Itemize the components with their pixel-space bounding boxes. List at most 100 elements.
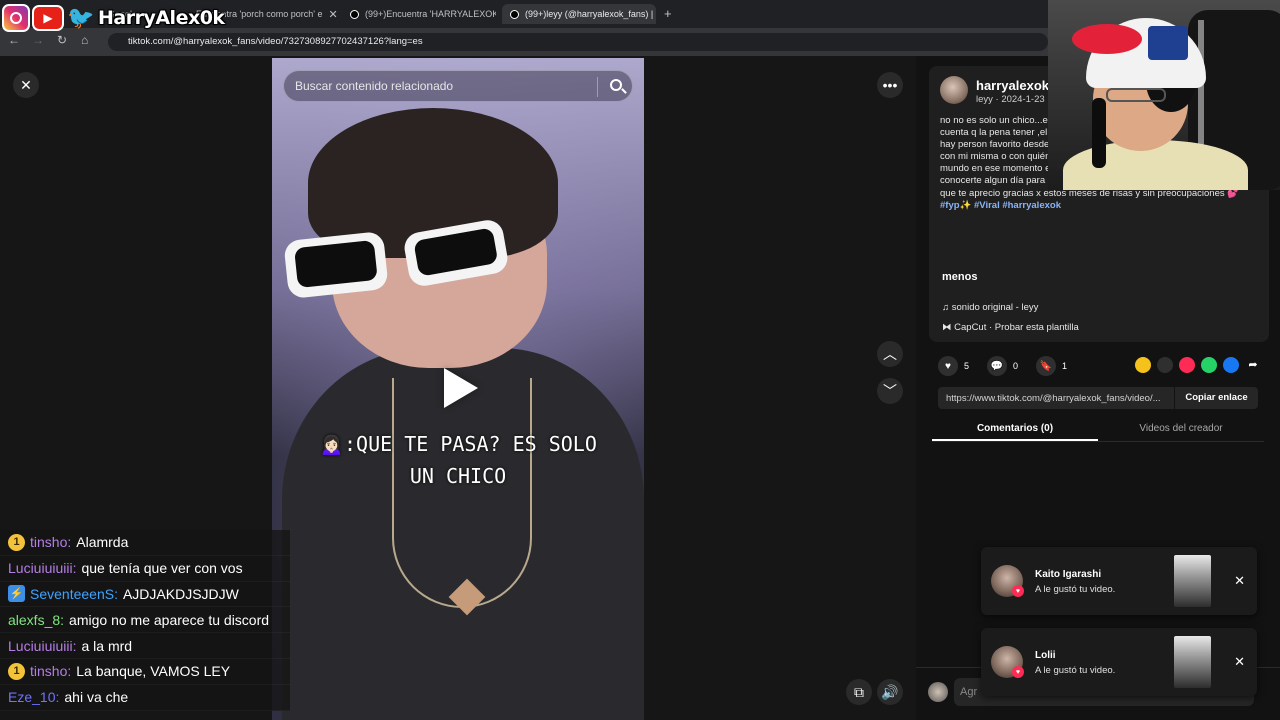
channel-name: HarryAlex0k	[98, 7, 225, 29]
likes-count: 5	[964, 361, 970, 371]
post-info: leyy · 2024-1-23	[976, 94, 1045, 105]
share-arrow-icon[interactable]: ➦	[1245, 357, 1261, 373]
glasses-image	[1106, 88, 1166, 102]
copy-link-button[interactable]: Copiar enlace	[1174, 387, 1258, 409]
hashtags[interactable]: #fyp✨ #Viral #harryalexok	[940, 200, 1258, 212]
whatsapp-icon[interactable]	[1201, 357, 1217, 373]
previous-video-button[interactable]: ︿	[877, 341, 903, 367]
share-icons: ➦	[1135, 357, 1261, 373]
engagement-stats: ♥ 5 💬 0 🔖 1	[938, 356, 1067, 376]
embed-icon[interactable]	[1157, 357, 1173, 373]
chat-username: tinsho:	[30, 663, 72, 680]
chat-text: La banque, VAMOS LEY	[76, 663, 231, 680]
chat-badge-icon: 1	[8, 662, 25, 680]
notification-toast[interactable]: ♥ Lolii A le gustó tu video. ✕	[981, 628, 1257, 696]
next-video-button[interactable]: ﹀	[877, 378, 903, 404]
heart-icon: ♥	[1012, 666, 1024, 678]
sound-link[interactable]: ♫ sonido original - leyy	[942, 302, 1038, 313]
chat-message: 1 tinsho: Alamrda	[0, 530, 290, 556]
notification-name: Kaito Igarashi	[1035, 569, 1102, 580]
youtube-icon: ▶	[32, 5, 64, 31]
sound-label: sonido original - leyy	[951, 302, 1039, 313]
friends-share-icon[interactable]	[1135, 357, 1151, 373]
webcam-overlay	[1048, 0, 1280, 190]
capcut-link[interactable]: ⧓ CapCut · Probar esta plantilla	[942, 322, 1079, 333]
more-options-button[interactable]: •••	[877, 72, 903, 98]
stream-chat: 1 tinsho: Alamrda Luciuiuiuiii: que tenía qu…	[0, 530, 290, 711]
send-icon[interactable]	[1179, 357, 1195, 373]
capcut-label: CapCut · Probar esta plantilla	[954, 322, 1079, 333]
notification-toast[interactable]: ♥ Kaito Igarashi A le gustó tu video. ✕	[981, 547, 1257, 615]
chat-message: Luciuiuiuiii: a la mrd	[0, 633, 290, 659]
avatar	[928, 682, 948, 702]
caption-line-2: UN CHICO	[409, 464, 507, 488]
new-tab-button[interactable]: +	[664, 6, 672, 21]
tab-creator-videos[interactable]: Videos del creador	[1098, 418, 1264, 441]
panel-tabs: Comentarios (0) Videos del creador	[932, 418, 1264, 442]
video-thumbnail	[1174, 555, 1211, 607]
close-icon[interactable]: ✕	[1234, 654, 1245, 670]
less-button[interactable]: menos	[942, 271, 977, 283]
heart-icon[interactable]: ♥	[938, 356, 958, 376]
post-username[interactable]: harryalexok_	[976, 78, 1056, 93]
music-note-icon: ♫	[942, 302, 952, 313]
avatar[interactable]	[940, 76, 968, 104]
notification-name: Lolii	[1035, 650, 1056, 661]
chat-text: a la mrd	[81, 637, 133, 654]
pip-icon: ⧉	[854, 683, 864, 700]
twitter-icon: 🐦	[67, 5, 95, 30]
volume-button[interactable]: 🔊	[877, 679, 903, 705]
tab-label: (99+)leyy (@harryalexok_fans) |	[525, 9, 654, 19]
related-search-input[interactable]: Buscar contenido relacionado	[283, 70, 633, 102]
close-icon[interactable]: ✕	[323, 8, 338, 21]
search-icon[interactable]	[610, 79, 622, 91]
home-icon[interactable]: ⌂	[81, 33, 88, 47]
saves-count: 1	[1062, 361, 1068, 371]
chain-necklace-image	[392, 378, 532, 608]
forward-icon[interactable]: →	[32, 33, 44, 47]
search-placeholder: Buscar contenido relacionado	[295, 79, 454, 93]
chat-username: Luciuiuiuiii:	[8, 560, 77, 577]
chat-message: Luciuiuiuiii: que tenía que ver con vos	[0, 555, 290, 582]
back-icon[interactable]: ←	[8, 33, 20, 47]
url-field[interactable]: tiktok.com/@harryalexok_fans/video/73273…	[108, 33, 1048, 51]
video-link-field[interactable]: https://www.tiktok.com/@harryalexok_fans…	[938, 393, 1174, 404]
chat-username: alexfs_8:	[8, 611, 65, 628]
chat-message: 1 tinsho: La banque, VAMOS LEY	[0, 658, 290, 685]
browser-tab-2[interactable]: (99+)Encuentra 'HARRYALEXOK'✕	[342, 4, 496, 24]
browser-tab-3[interactable]: (99+)leyy (@harryalexok_fans) |✕	[502, 4, 656, 24]
reload-icon[interactable]: ↻	[57, 33, 67, 47]
chat-message: Eze_10: ahi va che	[0, 684, 290, 711]
more-icon: •••	[882, 77, 898, 93]
comments-count: 0	[1013, 361, 1019, 371]
video-thumbnail	[1174, 636, 1211, 688]
chat-text: ahi va che	[64, 689, 129, 706]
stream-overlay-logos: ▶ 🐦 HarryAlex0k	[2, 4, 225, 32]
close-icon[interactable]: ✕	[1234, 573, 1245, 589]
video-player[interactable]: 🙍🏻‍♀️:QUE TE PASA? ES SOLO UN CHICO Busc…	[272, 58, 644, 720]
chat-text: AJDJAKDJSJDJW	[122, 585, 239, 602]
close-icon: ✕	[20, 76, 32, 93]
chat-message: alexfs_8: amigo no me aparece tu discord	[0, 607, 290, 634]
chevron-up-icon: ︿	[883, 346, 897, 362]
heart-icon: ♥	[1012, 585, 1024, 597]
bookmark-icon[interactable]: 🔖	[1036, 356, 1057, 376]
caption-line-1: :QUE TE PASA? ES SOLO	[344, 432, 597, 456]
tiktok-icon	[350, 9, 359, 19]
microphone-image	[1092, 98, 1106, 168]
pip-button[interactable]: ⧉	[846, 679, 872, 705]
capcut-icon: ⧓	[942, 322, 955, 333]
tab-label: (99+)Encuentra 'HARRYALEXOK'	[365, 9, 496, 19]
notification-message: A le gustó tu video.	[1035, 584, 1116, 595]
caption-emoji: 🙍🏻‍♀️	[319, 432, 345, 456]
close-video-button[interactable]: ✕	[13, 72, 39, 98]
facebook-icon[interactable]	[1223, 357, 1239, 373]
tiktok-icon	[510, 9, 519, 19]
comment-icon[interactable]: 💬	[987, 356, 1008, 376]
copy-link-row: https://www.tiktok.com/@harryalexok_fans…	[938, 387, 1258, 409]
chat-username: SeventeeenS:	[30, 585, 118, 602]
sunglasses-image	[283, 217, 516, 300]
play-icon[interactable]	[444, 368, 478, 408]
tab-comments[interactable]: Comentarios (0)	[932, 418, 1098, 441]
close-icon[interactable]: ✕	[653, 8, 656, 21]
